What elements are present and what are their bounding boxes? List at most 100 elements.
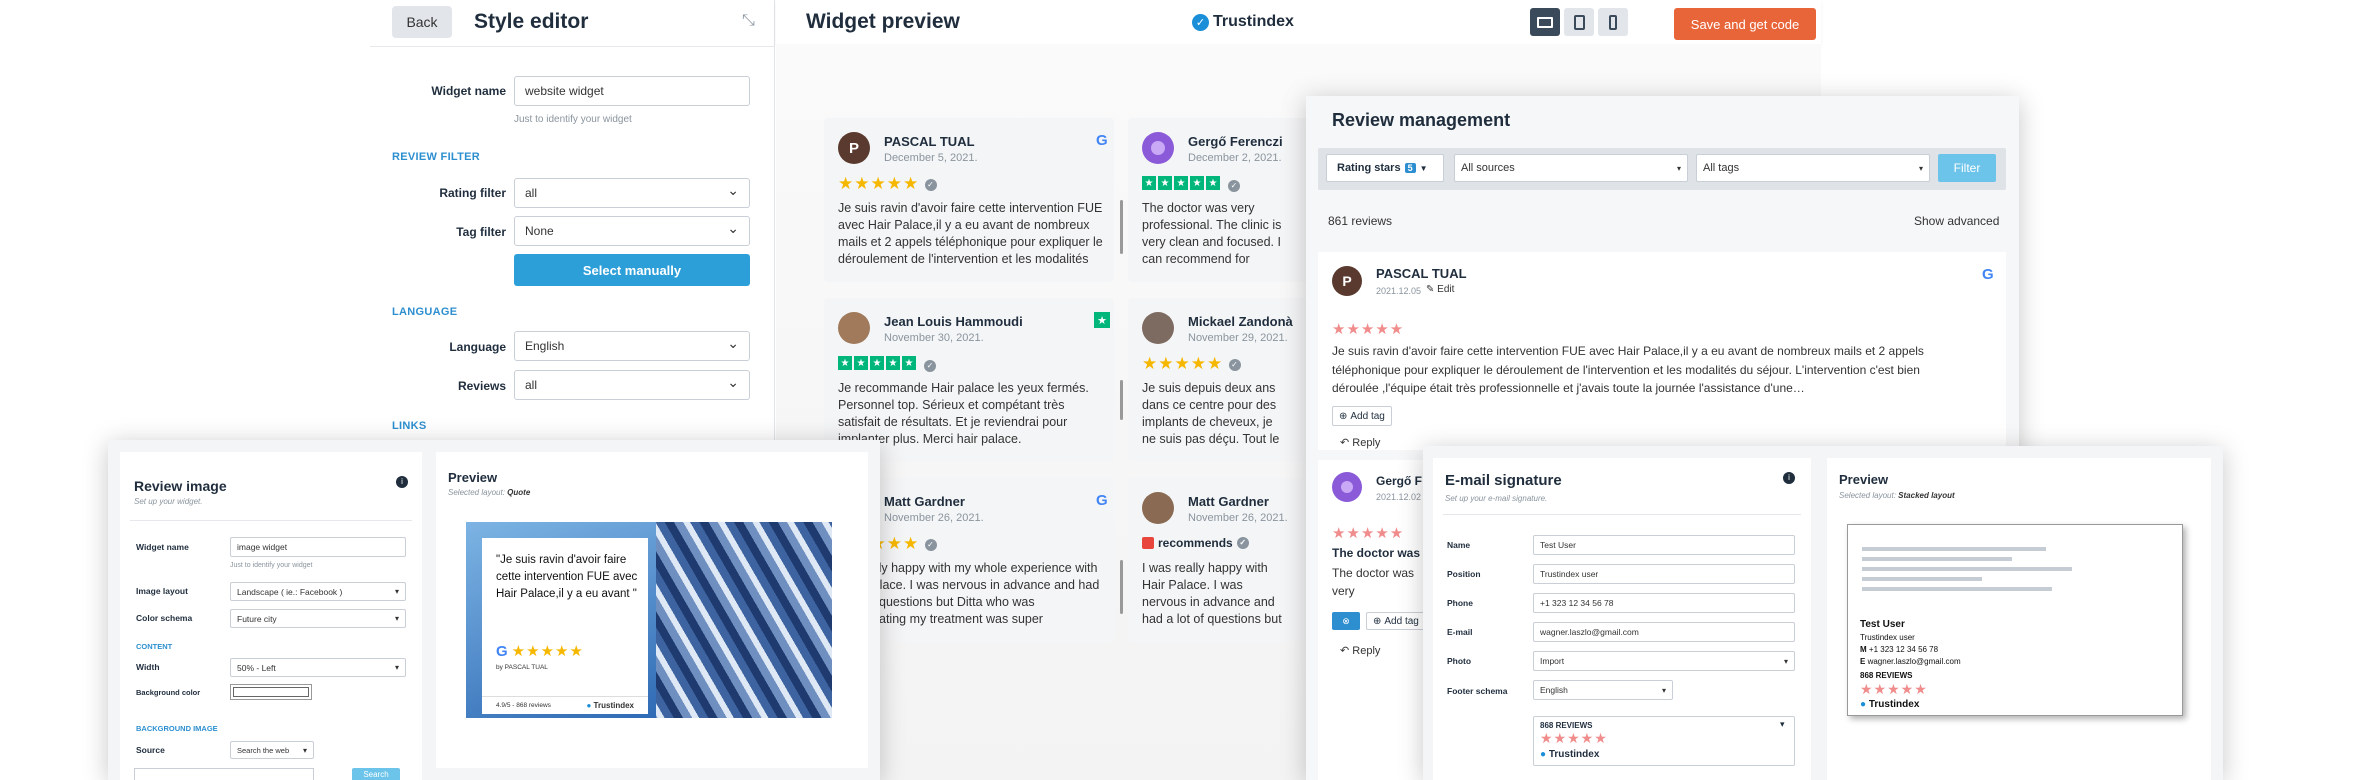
signature-email: E wagner.laszlo@gmail.com <box>1860 657 1961 666</box>
signature-card: Test User Trustindex user M +1 323 12 34… <box>1847 524 2183 716</box>
google-icon: G <box>1096 132 1108 149</box>
reviews-label: Reviews <box>457 379 506 393</box>
position-input[interactable]: Trustindex user <box>1533 564 1795 584</box>
language-value: English <box>525 339 565 353</box>
reply-label: Reply <box>1352 437 1381 449</box>
show-advanced-link[interactable]: Show advanced <box>1914 214 1999 228</box>
email-value: wagner.laszlo@gmail.com <box>1540 627 1639 637</box>
phone-input[interactable]: +1 323 12 34 56 78 <box>1533 593 1795 613</box>
review-date: 2021.12.05 <box>1376 286 1422 296</box>
placeholder-line <box>1862 567 2072 571</box>
search-button[interactable]: Search <box>352 768 400 780</box>
pencil-icon: ✎ <box>1426 284 1435 295</box>
color-swatch <box>233 687 309 697</box>
tag-icon: ⊗ <box>1342 615 1350 626</box>
tag-chip[interactable]: ⊗ <box>1332 612 1360 630</box>
widget-name-input[interactable]: website widget <box>514 76 750 106</box>
avatar-person-icon <box>1341 481 1353 493</box>
back-button[interactable]: Back <box>392 6 452 38</box>
name-input[interactable]: Test User <box>1533 535 1795 555</box>
preview-image: "Je suis ravin d'avoir faire cette inter… <box>466 522 832 718</box>
placeholder-line <box>1862 577 1982 581</box>
footer-badge-select[interactable]: 868 REVIEWS ★★★★★ ● Trustindex ▾ <box>1533 716 1795 766</box>
position-label: Position <box>1447 569 1481 579</box>
save-button[interactable]: Save and get code <box>1674 8 1816 40</box>
email-signature-panel: E-mail signature Set up your e-mail sign… <box>1423 446 2223 780</box>
layout-name: Quote <box>507 488 531 497</box>
info-icon[interactable]: i <box>396 476 408 488</box>
review-date: December 5, 2021. <box>884 152 978 164</box>
scrollbar[interactable] <box>1120 200 1123 254</box>
add-tag-button[interactable]: ⊕ Add tag <box>1366 612 1426 630</box>
preview-title: Preview <box>448 470 498 485</box>
language-heading: LANGUAGE <box>392 306 458 318</box>
rating-filter-select[interactable]: all <box>514 178 750 208</box>
rating-stars-dropdown[interactable]: Rating stars 5 ▼ <box>1326 154 1444 182</box>
verified-icon: ✓ <box>924 538 937 551</box>
caret-down-icon: ▼ <box>1419 163 1428 173</box>
add-tag-button[interactable]: ⊕ Add tag <box>1332 406 1392 426</box>
add-tag-label: Add tag <box>1384 615 1419 627</box>
color-schema-select[interactable]: Future city <box>230 609 406 628</box>
language-select[interactable]: English <box>514 331 750 361</box>
select-manually-button[interactable]: Select manually <box>514 254 750 286</box>
filter-button[interactable]: Filter <box>1938 154 1996 182</box>
reply-link[interactable]: ↶ Reply <box>1340 644 1380 657</box>
phone-text: +1 323 12 34 56 78 <box>1868 645 1939 654</box>
review-filter-heading: REVIEW FILTER <box>392 151 481 163</box>
rating-stars-label: Rating stars <box>1337 162 1401 174</box>
signature-position: Trustindex user <box>1860 633 1915 642</box>
sources-select[interactable]: All sources <box>1454 154 1688 182</box>
chevron-down-icon: ▾ <box>1780 719 1785 729</box>
info-icon[interactable]: i <box>1783 472 1795 484</box>
background-color-picker[interactable] <box>230 684 312 700</box>
reply-icon: ↶ <box>1340 437 1350 449</box>
collapse-icon[interactable]: ⤡ <box>742 12 755 30</box>
photo-select[interactable]: Import <box>1533 651 1795 671</box>
review-image-preview: Preview Selected layout: Quote "Je suis … <box>436 452 868 768</box>
mobile-icon <box>1609 14 1617 30</box>
verified-icon: ✓ <box>1228 358 1241 371</box>
widget-name-input[interactable]: image widget <box>230 537 406 557</box>
check-badge-icon: ● <box>1860 699 1867 710</box>
review-text: Je suis ravin d'avoir faire cette interv… <box>838 201 1103 266</box>
layout-name: Stacked layout <box>1898 491 1955 500</box>
widget-name-hint: Just to identify your widget <box>514 114 632 125</box>
email-label: E-mail <box>1447 627 1473 637</box>
reviewer-name: Jean Louis Hammoudi <box>884 314 1023 329</box>
placeholder-line <box>1862 587 2052 591</box>
verified-icon: ✓ <box>1236 537 1249 549</box>
image-layout-select[interactable]: Landscape ( ie.: Facebook ) <box>230 582 406 601</box>
footer-schema-select[interactable]: English <box>1533 680 1673 700</box>
scrollbar[interactable] <box>1120 560 1123 614</box>
avatar <box>1142 492 1174 524</box>
star-rating: ★★★★★ <box>1332 321 1405 338</box>
reviews-select[interactable]: all <box>514 370 750 400</box>
review-date: November 26, 2021. <box>884 512 984 524</box>
signature-phone: M +1 323 12 34 56 78 <box>1860 645 1938 654</box>
management-filter-bar: Rating stars 5 ▼ All sources All tags Fi… <box>1318 148 2006 190</box>
device-mobile-button[interactable] <box>1598 8 1628 36</box>
tags-select[interactable]: All tags <box>1696 154 1930 182</box>
review-image-title: Review image <box>134 478 227 494</box>
check-badge-icon: ● <box>1540 749 1547 760</box>
add-tag-label: Add tag <box>1350 410 1385 422</box>
device-tablet-button[interactable] <box>1564 8 1594 36</box>
content-heading: CONTENT <box>136 642 173 651</box>
edit-link[interactable]: ✎ Edit <box>1426 284 1454 295</box>
badge-count: 868 REVIEWS <box>1540 721 1593 730</box>
source-select[interactable]: Search the web <box>230 741 314 759</box>
signature-reviews: 868 REVIEWS <box>1860 671 1913 680</box>
search-input[interactable] <box>134 768 314 780</box>
star-rating: ★★★★★ ✓ <box>1142 354 1241 374</box>
reply-link[interactable]: ↶ Reply <box>1340 436 1380 449</box>
check-badge-icon: ✓ <box>1192 13 1209 31</box>
tag-filter-select[interactable]: None <box>514 216 750 246</box>
star-rating: ★★★★★ <box>511 643 584 660</box>
width-select[interactable]: 50% - Left <box>230 658 406 677</box>
email-input[interactable]: wagner.laszlo@gmail.com <box>1533 622 1795 642</box>
review-text: Je suis ravin d'avoir faire cette interv… <box>1332 344 1924 395</box>
scrollbar[interactable] <box>1120 380 1123 420</box>
device-desktop-button[interactable] <box>1530 8 1560 36</box>
tag-filter-label: Tag filter <box>456 225 506 239</box>
